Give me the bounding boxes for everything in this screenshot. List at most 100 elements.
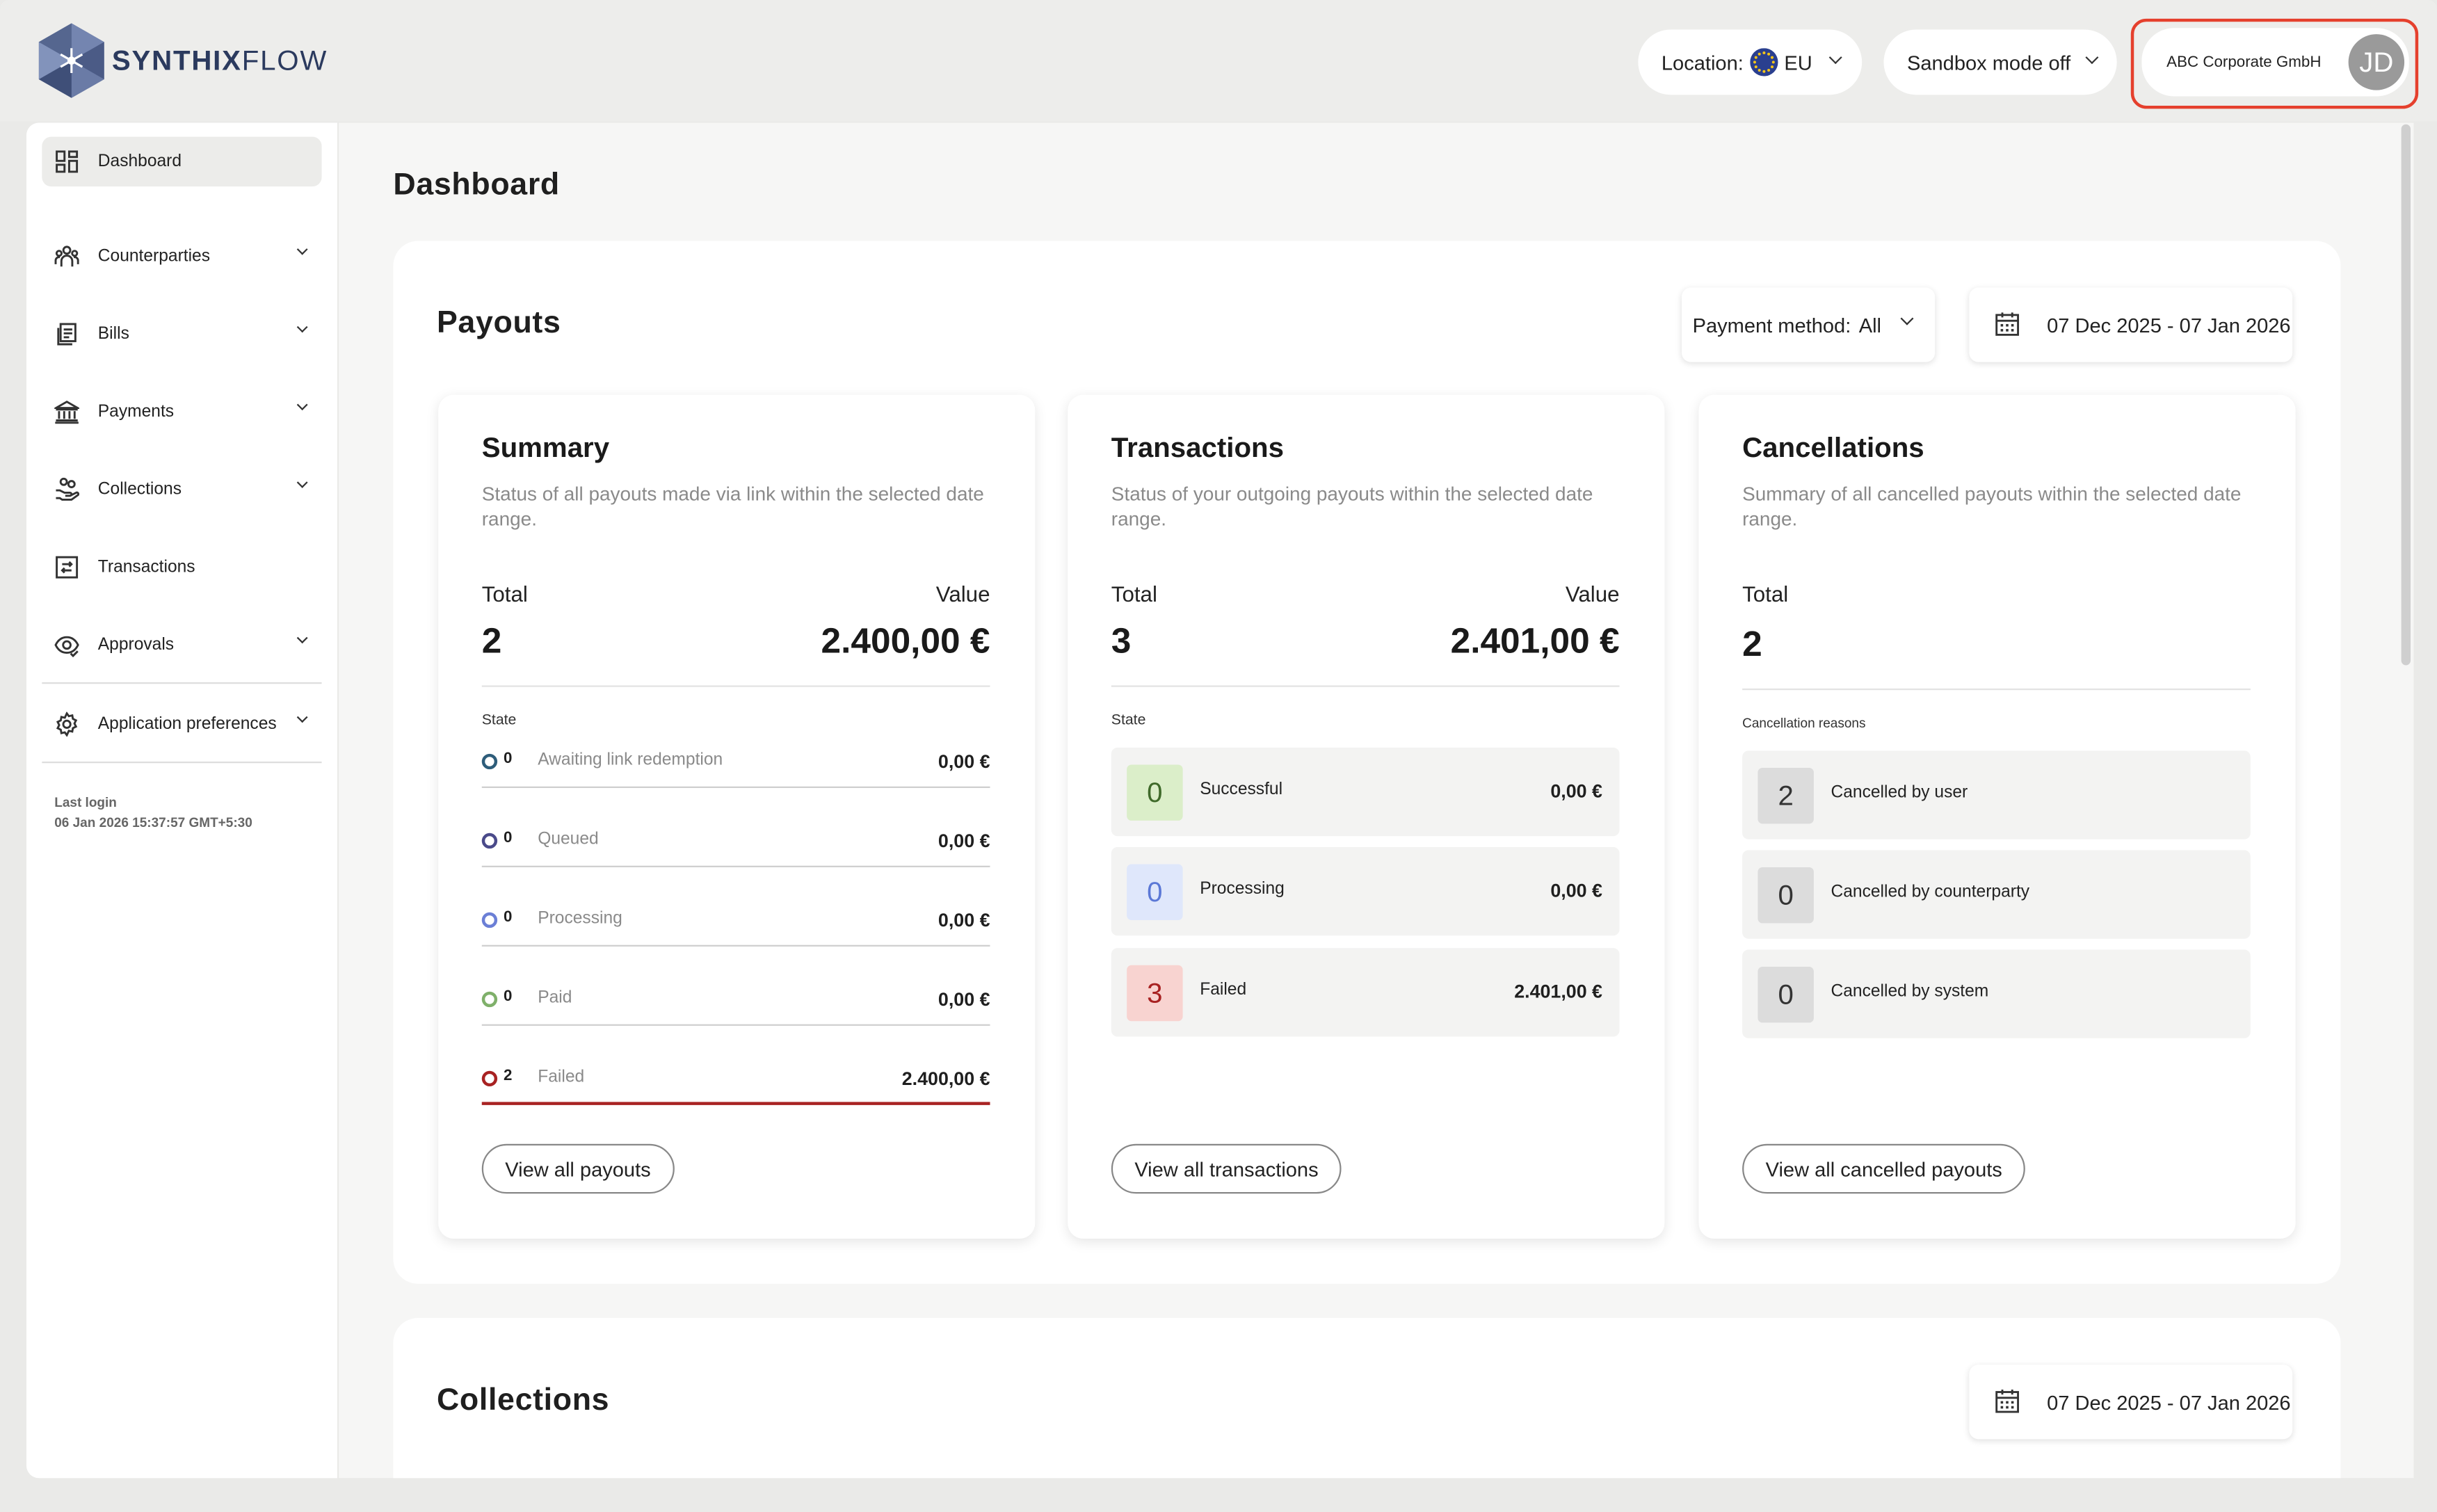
sidebar-item-payments[interactable]: Payments bbox=[42, 387, 321, 437]
total-label: Total bbox=[1742, 581, 1789, 606]
chevron-down-icon bbox=[296, 321, 308, 333]
chevron-down-icon bbox=[296, 632, 308, 644]
status-ring-icon bbox=[481, 912, 498, 928]
state-name: Paid bbox=[538, 988, 572, 1008]
transaction-amount: 2.401,00 € bbox=[1514, 981, 1602, 1003]
last-login-value: 06 Jan 2026 15:37:57 GMT+5:30 bbox=[54, 814, 252, 830]
state-count: 0 bbox=[504, 988, 513, 1006]
avatar[interactable]: JD bbox=[2348, 34, 2405, 90]
state-label: State bbox=[481, 711, 517, 730]
sidebar-item-label: Dashboard bbox=[97, 152, 182, 171]
dashboard-icon bbox=[56, 150, 79, 173]
payment-method-filter[interactable]: Payment method: All bbox=[1681, 287, 1936, 362]
collections-date-range-picker[interactable]: 07 Dec 2025 - 07 Jan 2026 bbox=[1969, 1365, 2293, 1440]
cancellation-row-system: 0 Cancelled by system bbox=[1742, 949, 2251, 1038]
sidebar-item-transactions[interactable]: Transactions bbox=[42, 542, 321, 593]
transaction-row-successful: 0 Successful 0,00 € bbox=[1111, 747, 1620, 837]
total-label: Total bbox=[481, 581, 528, 606]
bank-icon bbox=[54, 400, 79, 424]
count-badge: 0 bbox=[1758, 867, 1814, 924]
view-all-cancelled-payouts-button[interactable]: View all cancelled payouts bbox=[1742, 1143, 2026, 1194]
card-description: Status of your outgoing payouts within t… bbox=[1111, 483, 1593, 531]
sidebar-item-label: Approvals bbox=[97, 635, 175, 654]
total-value: 2.401,00 € bbox=[1450, 620, 1620, 661]
transaction-amount: 0,00 € bbox=[1550, 780, 1602, 803]
brand-logo[interactable]: SYNTHIXFLOW bbox=[35, 22, 328, 99]
sidebar: Dashboard Counterparties Bills Payments … bbox=[26, 122, 337, 1479]
sidebar-divider bbox=[42, 762, 322, 764]
count-badge: 2 bbox=[1758, 767, 1814, 824]
sidebar-item-application-preferences[interactable]: Application preferences bbox=[42, 700, 321, 750]
count-badge: 0 bbox=[1127, 764, 1183, 821]
state-name: Queued bbox=[538, 830, 599, 849]
status-ring-icon bbox=[481, 1070, 498, 1087]
state-label: State bbox=[1111, 711, 1146, 730]
state-count: 0 bbox=[504, 909, 513, 926]
sidebar-item-label: Collections bbox=[97, 480, 182, 499]
page-title: Dashboard bbox=[393, 168, 560, 202]
value-label: Value bbox=[1565, 581, 1620, 606]
chevron-down-icon bbox=[1828, 51, 1842, 65]
eye-check-icon bbox=[54, 636, 79, 658]
sandbox-mode-selector[interactable]: Sandbox mode off bbox=[1883, 29, 2117, 95]
state-name: Processing bbox=[538, 909, 622, 928]
chevron-down-icon bbox=[296, 399, 308, 411]
state-row-paid: 0 Paid 0,00 € bbox=[481, 988, 990, 1026]
state-count: 2 bbox=[504, 1068, 513, 1085]
transaction-state-name: Failed bbox=[1200, 981, 1247, 999]
sidebar-item-label: Transactions bbox=[97, 558, 195, 577]
sandbox-label: Sandbox mode off bbox=[1906, 50, 2071, 74]
transaction-row-failed: 3 Failed 2.401,00 € bbox=[1111, 948, 1620, 1037]
sidebar-item-label: Counterparties bbox=[97, 247, 211, 266]
collections-panel: Collections 07 Dec 2025 - 07 Jan 2026 bbox=[393, 1318, 2341, 1479]
sidebar-item-approvals[interactable]: Approvals bbox=[42, 620, 321, 670]
account-menu[interactable]: ABC Corporate GmbH JD bbox=[2141, 28, 2409, 97]
state-count: 0 bbox=[504, 750, 513, 768]
state-name: Awaiting link redemption bbox=[538, 750, 723, 770]
state-amount: 2.400,00 € bbox=[901, 1068, 990, 1090]
payouts-date-range-picker[interactable]: 07 Dec 2025 - 07 Jan 2026 bbox=[1969, 287, 2293, 362]
total-label: Total bbox=[1111, 581, 1157, 606]
sidebar-item-collections[interactable]: Collections bbox=[42, 465, 321, 515]
location-value: EU bbox=[1784, 50, 1812, 74]
card-description: Summary of all cancelled payouts within … bbox=[1742, 483, 2242, 531]
sidebar-item-label: Payments bbox=[97, 402, 175, 421]
card-title: Cancellations bbox=[1742, 432, 1924, 463]
sidebar-item-label: Application preferences bbox=[97, 714, 277, 734]
chevron-down-icon bbox=[296, 476, 308, 488]
view-all-payouts-button[interactable]: View all payouts bbox=[481, 1143, 675, 1194]
sidebar-item-dashboard[interactable]: Dashboard bbox=[42, 136, 322, 187]
location-label: Location: bbox=[1661, 50, 1744, 74]
transaction-amount: 0,00 € bbox=[1550, 879, 1602, 902]
location-selector[interactable]: Location: EU bbox=[1638, 29, 1863, 95]
status-ring-icon bbox=[481, 753, 498, 770]
calendar-icon bbox=[1995, 312, 2019, 336]
brand-name-light: FLOW bbox=[241, 44, 328, 76]
view-all-transactions-button[interactable]: View all transactions bbox=[1111, 1143, 1342, 1194]
state-amount: 0,00 € bbox=[938, 988, 990, 1011]
state-amount: 0,00 € bbox=[938, 909, 990, 931]
brand-name-bold: SYNTHIX bbox=[111, 44, 242, 76]
people-icon bbox=[54, 246, 79, 267]
payment-method-label: Payment method: bbox=[1692, 313, 1851, 337]
avatar-initials: JD bbox=[2359, 45, 2394, 77]
state-count: 0 bbox=[504, 830, 513, 847]
state-row-awaiting: 0 Awaiting link redemption 0,00 € bbox=[481, 750, 990, 788]
organization-name: ABC Corporate GmbH bbox=[2166, 54, 2322, 71]
chevron-down-icon bbox=[296, 243, 308, 255]
chevron-down-icon bbox=[2085, 51, 2099, 65]
last-login-label: Last login bbox=[54, 794, 117, 810]
date-range-value: 07 Dec 2025 - 07 Jan 2026 bbox=[2047, 1390, 2291, 1414]
sidebar-item-counterparties[interactable]: Counterparties bbox=[42, 232, 321, 282]
count-badge: 0 bbox=[1758, 966, 1814, 1023]
eu-flag-icon bbox=[1750, 48, 1778, 77]
cancellation-reason: Cancelled by user bbox=[1831, 783, 1968, 803]
scrollbar-thumb[interactable] bbox=[2401, 124, 2411, 666]
transactions-card: Transactions Status of your outgoing pay… bbox=[1068, 394, 1665, 1239]
sidebar-item-bills[interactable]: Bills bbox=[42, 309, 321, 360]
brand-hexagon-icon bbox=[38, 23, 104, 98]
cancellation-row-user: 2 Cancelled by user bbox=[1742, 750, 2251, 839]
summary-card: Summary Status of all payouts made via l… bbox=[438, 394, 1036, 1239]
bills-icon bbox=[57, 323, 77, 346]
card-divider bbox=[1742, 688, 2251, 691]
